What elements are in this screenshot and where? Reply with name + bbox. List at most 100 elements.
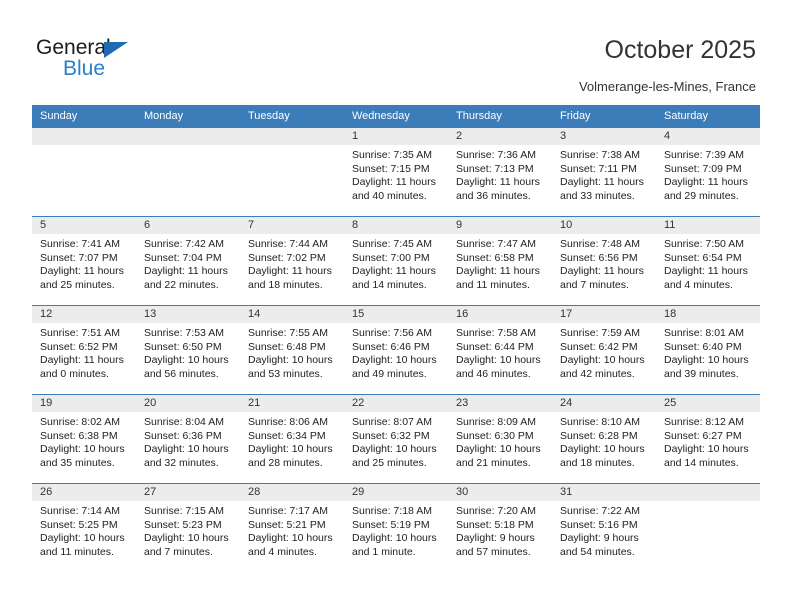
daylight-duration-line: and 7 minutes. bbox=[144, 545, 213, 558]
sunset-time: Sunset: 6:36 PM bbox=[144, 429, 222, 442]
calendar-day-cell[interactable]: 14 Sunrise: 7:55 AM Sunset: 6:48 PM Dayligh… bbox=[240, 305, 344, 395]
day-cell-content: 17 Sunrise: 7:59 AM Sunset: 6:42 PM Dayligh… bbox=[552, 306, 656, 394]
calendar-day-cell[interactable]: 4 Sunrise: 7:39 AM Sunset: 7:09 PM Daylight… bbox=[656, 127, 760, 217]
sunset-time: Sunset: 7:11 PM bbox=[560, 162, 637, 175]
day-details: Sunrise: 8:09 AM Sunset: 6:30 PM Daylight:… bbox=[448, 412, 552, 470]
day-number: 9 bbox=[448, 217, 552, 234]
sunset-time: Sunset: 6:42 PM bbox=[560, 340, 638, 353]
calendar-day-cell[interactable]: 31 Sunrise: 7:22 AM Sunset: 5:16 PM Dayligh… bbox=[552, 483, 656, 572]
calendar-day-cell[interactable]: 20 Sunrise: 8:04 AM Sunset: 6:36 PM Dayligh… bbox=[136, 394, 240, 484]
calendar-day-cell[interactable]: 6 Sunrise: 7:42 AM Sunset: 7:04 PM Daylight… bbox=[136, 216, 240, 306]
calendar-day-cell[interactable]: 10 Sunrise: 7:48 AM Sunset: 6:56 PM Dayligh… bbox=[552, 216, 656, 306]
day-number: 14 bbox=[240, 306, 344, 323]
day-details: Sunrise: 7:15 AM Sunset: 5:23 PM Daylight:… bbox=[136, 501, 240, 559]
calendar-day-cell[interactable]: 22 Sunrise: 8:07 AM Sunset: 6:32 PM Dayligh… bbox=[344, 394, 448, 484]
sunset-time: Sunset: 6:30 PM bbox=[456, 429, 534, 442]
calendar-day-cell[interactable]: 28 Sunrise: 7:17 AM Sunset: 5:21 PM Dayligh… bbox=[240, 483, 344, 572]
day-details: Sunrise: 7:50 AM Sunset: 6:54 PM Daylight:… bbox=[656, 234, 760, 292]
day-number: 22 bbox=[344, 395, 448, 412]
day-details: Sunrise: 8:07 AM Sunset: 6:32 PM Daylight:… bbox=[344, 412, 448, 470]
weekday-header-thursday: Thursday bbox=[448, 105, 552, 128]
sunset-time: Sunset: 6:46 PM bbox=[352, 340, 430, 353]
calendar-day-cell[interactable]: 17 Sunrise: 7:59 AM Sunset: 6:42 PM Dayligh… bbox=[552, 305, 656, 395]
sunset-time: Sunset: 7:09 PM bbox=[664, 162, 742, 175]
daylight-duration-line: and 53 minutes. bbox=[248, 367, 323, 380]
day-details: Sunrise: 7:44 AM Sunset: 7:02 PM Daylight:… bbox=[240, 234, 344, 292]
day-number bbox=[32, 128, 136, 145]
sunset-time: Sunset: 6:27 PM bbox=[664, 429, 742, 442]
calendar-day-cell[interactable]: 1 Sunrise: 7:35 AM Sunset: 7:15 PM Daylight… bbox=[344, 127, 448, 217]
daylight-duration-line: and 14 minutes. bbox=[352, 278, 427, 291]
day-cell-content: 1 Sunrise: 7:35 AM Sunset: 7:15 PM Daylight… bbox=[344, 128, 448, 216]
day-details: Sunrise: 8:06 AM Sunset: 6:34 PM Daylight:… bbox=[240, 412, 344, 470]
day-cell-content bbox=[656, 484, 760, 572]
calendar-day-cell[interactable]: 24 Sunrise: 8:10 AM Sunset: 6:28 PM Dayligh… bbox=[552, 394, 656, 484]
day-cell-content: 8 Sunrise: 7:45 AM Sunset: 7:00 PM Daylight… bbox=[344, 217, 448, 305]
logo-triangle-icon bbox=[104, 42, 128, 58]
calendar-day-cell[interactable]: 23 Sunrise: 8:09 AM Sunset: 6:30 PM Dayligh… bbox=[448, 394, 552, 484]
sunset-time: Sunset: 7:04 PM bbox=[144, 251, 222, 264]
calendar-day-cell-empty bbox=[32, 127, 136, 217]
calendar-day-cell[interactable]: 11 Sunrise: 7:50 AM Sunset: 6:54 PM Dayligh… bbox=[656, 216, 760, 306]
day-number: 21 bbox=[240, 395, 344, 412]
daylight-duration-line: Daylight: 11 hours bbox=[144, 265, 228, 277]
day-number: 19 bbox=[32, 395, 136, 412]
daylight-duration-line: Daylight: 10 hours bbox=[352, 443, 437, 455]
calendar-day-cell[interactable]: 26 Sunrise: 7:14 AM Sunset: 5:25 PM Dayligh… bbox=[32, 483, 136, 572]
day-cell-content: 4 Sunrise: 7:39 AM Sunset: 7:09 PM Daylight… bbox=[656, 128, 760, 216]
day-cell-content: 3 Sunrise: 7:38 AM Sunset: 7:11 PM Daylight… bbox=[552, 128, 656, 216]
calendar-day-cell[interactable]: 18 Sunrise: 8:01 AM Sunset: 6:40 PM Dayligh… bbox=[656, 305, 760, 395]
daylight-duration-line: and 11 minutes. bbox=[40, 545, 114, 558]
calendar-day-cell[interactable]: 25 Sunrise: 8:12 AM Sunset: 6:27 PM Dayligh… bbox=[656, 394, 760, 484]
calendar-day-cell[interactable]: 5 Sunrise: 7:41 AM Sunset: 7:07 PM Daylight… bbox=[32, 216, 136, 306]
sunrise-time: Sunrise: 7:15 AM bbox=[144, 505, 224, 517]
sunset-time: Sunset: 5:23 PM bbox=[144, 518, 222, 531]
daylight-duration-line: Daylight: 10 hours bbox=[144, 354, 229, 366]
daylight-duration-line: and 28 minutes. bbox=[248, 456, 323, 469]
page-subtitle-location: Volmerange-les-Mines, France bbox=[578, 79, 756, 94]
sunrise-time: Sunrise: 8:12 AM bbox=[664, 416, 744, 428]
day-cell-content: 9 Sunrise: 7:47 AM Sunset: 6:58 PM Daylight… bbox=[448, 217, 552, 305]
sunset-time: Sunset: 7:15 PM bbox=[352, 162, 430, 175]
calendar-day-cell[interactable]: 2 Sunrise: 7:36 AM Sunset: 7:13 PM Daylight… bbox=[448, 127, 552, 217]
daylight-duration-line: Daylight: 10 hours bbox=[456, 443, 541, 455]
calendar-day-cell[interactable]: 16 Sunrise: 7:58 AM Sunset: 6:44 PM Dayligh… bbox=[448, 305, 552, 395]
day-number: 8 bbox=[344, 217, 448, 234]
calendar-day-cell[interactable]: 7 Sunrise: 7:44 AM Sunset: 7:02 PM Daylight… bbox=[240, 216, 344, 306]
calendar-day-cell[interactable]: 29 Sunrise: 7:18 AM Sunset: 5:19 PM Dayligh… bbox=[344, 483, 448, 572]
day-number: 18 bbox=[656, 306, 760, 323]
day-number: 16 bbox=[448, 306, 552, 323]
daylight-duration-line: Daylight: 10 hours bbox=[560, 354, 645, 366]
day-details: Sunrise: 7:14 AM Sunset: 5:25 PM Daylight:… bbox=[32, 501, 136, 559]
day-cell-content: 18 Sunrise: 8:01 AM Sunset: 6:40 PM Dayligh… bbox=[656, 306, 760, 394]
calendar-day-cell[interactable]: 19 Sunrise: 8:02 AM Sunset: 6:38 PM Dayligh… bbox=[32, 394, 136, 484]
daylight-duration-line: and 21 minutes. bbox=[456, 456, 531, 469]
calendar-day-cell[interactable]: 12 Sunrise: 7:51 AM Sunset: 6:52 PM Dayligh… bbox=[32, 305, 136, 395]
calendar-day-cell[interactable]: 27 Sunrise: 7:15 AM Sunset: 5:23 PM Dayligh… bbox=[136, 483, 240, 572]
calendar-day-cell[interactable]: 15 Sunrise: 7:56 AM Sunset: 6:46 PM Dayligh… bbox=[344, 305, 448, 395]
calendar-day-cell[interactable]: 30 Sunrise: 7:20 AM Sunset: 5:18 PM Dayligh… bbox=[448, 483, 552, 572]
calendar-day-cell[interactable]: 8 Sunrise: 7:45 AM Sunset: 7:00 PM Daylight… bbox=[344, 216, 448, 306]
calendar-day-cell[interactable]: 13 Sunrise: 7:53 AM Sunset: 6:50 PM Dayligh… bbox=[136, 305, 240, 395]
day-details: Sunrise: 7:36 AM Sunset: 7:13 PM Daylight:… bbox=[448, 145, 552, 203]
sunset-time: Sunset: 7:00 PM bbox=[352, 251, 430, 264]
sunrise-time: Sunrise: 7:41 AM bbox=[40, 238, 120, 250]
day-number: 1 bbox=[344, 128, 448, 145]
daylight-duration-line: and 36 minutes. bbox=[456, 189, 531, 202]
day-details: Sunrise: 8:01 AM Sunset: 6:40 PM Daylight:… bbox=[656, 323, 760, 381]
sunrise-time: Sunrise: 8:02 AM bbox=[40, 416, 120, 428]
sunrise-time: Sunrise: 7:51 AM bbox=[40, 327, 120, 339]
calendar-week-row: 12 Sunrise: 7:51 AM Sunset: 6:52 PM Dayligh… bbox=[32, 305, 760, 395]
sunrise-time: Sunrise: 7:20 AM bbox=[456, 505, 536, 517]
calendar-day-cell[interactable]: 9 Sunrise: 7:47 AM Sunset: 6:58 PM Daylight… bbox=[448, 216, 552, 306]
daylight-duration-line: Daylight: 10 hours bbox=[40, 532, 125, 544]
sunrise-time: Sunrise: 7:39 AM bbox=[664, 149, 744, 161]
daylight-duration-line: Daylight: 11 hours bbox=[352, 265, 436, 277]
calendar-day-cell[interactable]: 3 Sunrise: 7:38 AM Sunset: 7:11 PM Daylight… bbox=[552, 127, 656, 217]
day-cell-content: 20 Sunrise: 8:04 AM Sunset: 6:36 PM Dayligh… bbox=[136, 395, 240, 483]
day-number: 26 bbox=[32, 484, 136, 501]
general-blue-logo[interactable]: General Blue bbox=[36, 36, 236, 88]
sunrise-time: Sunrise: 7:59 AM bbox=[560, 327, 640, 339]
calendar-day-cell[interactable]: 21 Sunrise: 8:06 AM Sunset: 6:34 PM Dayligh… bbox=[240, 394, 344, 484]
day-details: Sunrise: 7:20 AM Sunset: 5:18 PM Daylight:… bbox=[448, 501, 552, 559]
